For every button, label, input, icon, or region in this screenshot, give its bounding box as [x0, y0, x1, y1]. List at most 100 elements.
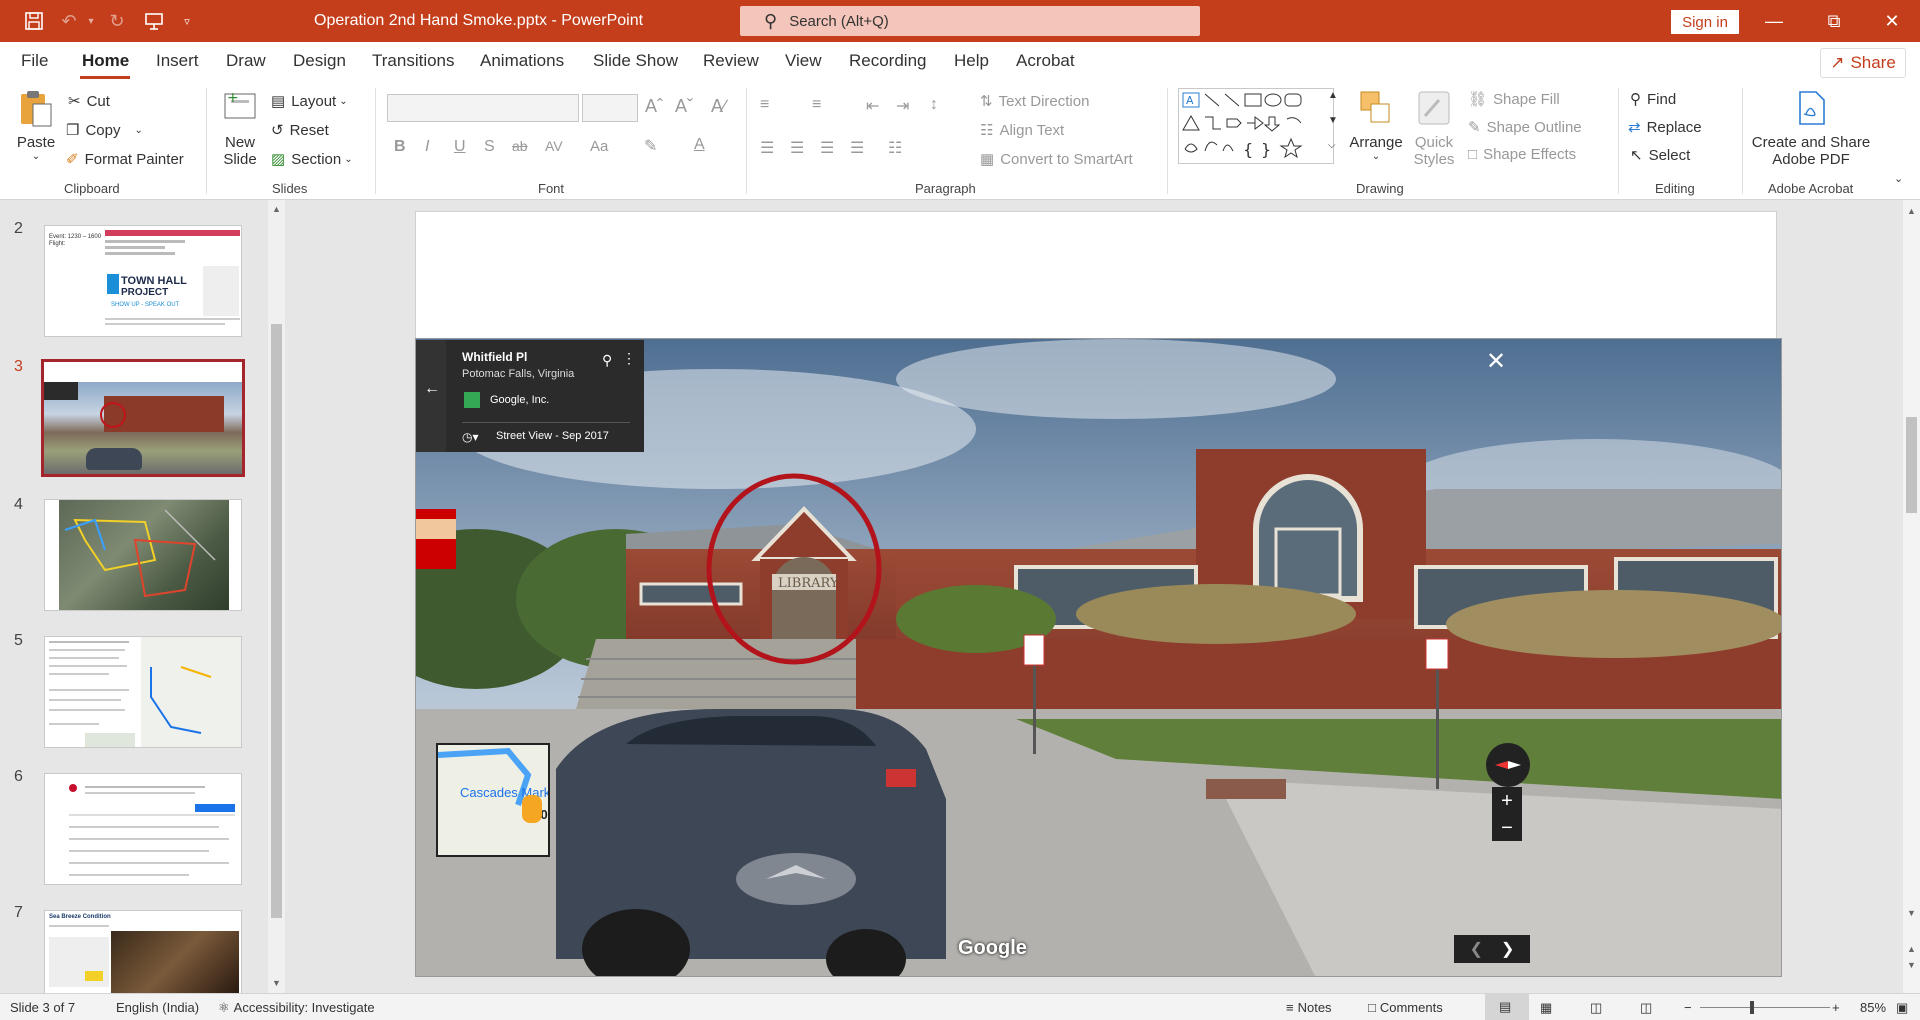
prev-arrow-icon[interactable]: ❮ — [1470, 939, 1483, 959]
align-left-icon[interactable]: ☰ — [760, 138, 774, 158]
canvas-scrollbar[interactable]: ▲ ▼ ▲ ▼ — [1903, 200, 1920, 993]
arrange-button[interactable]: Arrange ⌄ — [1347, 88, 1405, 162]
language-indicator[interactable]: English (India) — [116, 1000, 199, 1015]
find-button[interactable]: ⚲ Find — [1630, 90, 1676, 109]
numbering-icon[interactable]: ≡ — [812, 96, 821, 114]
zoom-out-icon[interactable]: − — [1492, 815, 1522, 841]
increase-indent-icon[interactable]: ⇥ — [896, 96, 909, 116]
scroll-up-icon[interactable]: ▲ — [1907, 206, 1916, 216]
collapse-ribbon-icon[interactable]: ⌄ — [1894, 172, 1903, 185]
layout-button[interactable]: ▤ Layout ⌄ — [271, 92, 348, 111]
save-icon[interactable] — [18, 0, 50, 42]
customize-toolbar-icon[interactable]: ▿ — [178, 0, 196, 42]
thumbnails-scroll-thumb[interactable] — [271, 324, 282, 918]
font-color-icon[interactable]: A — [694, 136, 705, 154]
thumbnails-scrollbar[interactable]: ▲ ▼ — [268, 200, 285, 993]
align-center-icon[interactable]: ☰ — [790, 138, 804, 158]
character-spacing-icon[interactable]: AV — [545, 138, 563, 154]
text-direction-button[interactable]: ⇅ Text Direction — [980, 92, 1089, 111]
zoom-in-button[interactable]: + — [1832, 1000, 1840, 1015]
zoom-slider-thumb[interactable] — [1750, 1001, 1754, 1014]
select-button[interactable]: ↖ Select — [1630, 146, 1690, 165]
shapes-more-icon[interactable]: ⌵ — [1328, 140, 1336, 151]
cut-button[interactable]: ✂ Cut — [68, 92, 110, 111]
tab-slide-show[interactable]: Slide Show — [593, 51, 678, 71]
tab-design[interactable]: Design — [293, 51, 346, 71]
slide-sorter-icon[interactable]: ▦ — [1540, 1000, 1552, 1016]
previous-slide-icon[interactable]: ▲ — [1907, 944, 1916, 954]
shadow-icon[interactable]: S — [484, 138, 495, 156]
bullets-icon[interactable]: ≡ — [760, 96, 769, 114]
tab-draw[interactable]: Draw — [226, 51, 266, 71]
scroll-down-icon[interactable]: ▼ — [272, 978, 281, 988]
search-input[interactable]: ⚲ Search (Alt+Q) — [740, 6, 1200, 36]
canvas-scroll-thumb[interactable] — [1906, 417, 1917, 513]
change-case-icon[interactable]: Aa — [590, 138, 608, 155]
clear-formatting-icon[interactable]: A∕ — [711, 96, 726, 117]
accessibility-status[interactable]: ⚛ Accessibility: Investigate — [218, 1000, 375, 1016]
align-text-button[interactable]: ☷ Align Text — [980, 121, 1064, 140]
slide-thumbnail-6[interactable] — [44, 773, 242, 885]
tab-acrobat[interactable]: Acrobat — [1016, 51, 1075, 71]
present-icon[interactable] — [140, 0, 168, 42]
slide-thumbnail-3[interactable] — [41, 359, 245, 477]
mini-map[interactable]: Cascades Marke 2103 — [436, 743, 550, 857]
paste-dropdown-icon[interactable]: ⌄ — [32, 151, 40, 162]
shapes-scroll-up-icon[interactable]: ▲ — [1328, 90, 1338, 101]
scroll-down-icon[interactable]: ▼ — [1907, 908, 1916, 918]
fit-to-window-icon[interactable]: ▣ — [1896, 1000, 1908, 1016]
italic-icon[interactable]: I — [425, 138, 429, 156]
tab-view[interactable]: View — [785, 51, 822, 71]
slide-thumbnail-5[interactable] — [44, 636, 242, 748]
notes-button[interactable]: ≡ Notes — [1286, 1000, 1332, 1015]
next-arrow-icon[interactable]: ❯ — [1501, 939, 1514, 959]
align-right-icon[interactable]: ☰ — [820, 138, 834, 158]
normal-view-button[interactable]: ▤ — [1485, 994, 1529, 1020]
shape-outline-button[interactable]: ✎ Shape Outline — [1468, 118, 1582, 137]
zoom-out-button[interactable]: − — [1684, 1000, 1692, 1015]
section-button[interactable]: ▨ Section ⌄ — [271, 150, 353, 169]
replace-button[interactable]: ⇄ Replace — [1628, 118, 1702, 137]
restore-icon[interactable]: ⧉ — [1804, 0, 1864, 42]
tab-file[interactable]: File — [21, 51, 48, 71]
line-spacing-icon[interactable]: ↕ — [930, 96, 938, 114]
zoom-in-icon[interactable]: + — [1492, 787, 1522, 815]
quick-styles-button[interactable]: Quick Styles — [1408, 88, 1460, 168]
new-slide-button[interactable]: + New Slide — [214, 88, 266, 168]
decrease-font-size-icon[interactable]: Aˇ — [675, 96, 693, 117]
font-size-combobox[interactable] — [582, 94, 638, 122]
increase-font-size-icon[interactable]: Aˆ — [645, 96, 663, 117]
location-pin-icon[interactable]: ⚲ — [602, 352, 612, 369]
shape-effects-button[interactable]: □ Shape Effects — [1468, 146, 1576, 163]
bold-icon[interactable]: B — [394, 138, 406, 156]
highlight-icon[interactable]: ✎ — [644, 136, 657, 156]
next-slide-icon[interactable]: ▼ — [1907, 960, 1916, 970]
slide-page[interactable] — [415, 211, 1777, 339]
create-share-pdf-button[interactable]: Create and Share Adobe PDF — [1748, 88, 1874, 168]
tab-help[interactable]: Help — [954, 51, 989, 71]
pegman-icon[interactable] — [522, 795, 542, 823]
copy-dropdown-icon[interactable]: ⌄ — [134, 125, 142, 136]
reset-button[interactable]: ↺ Reset — [271, 121, 329, 140]
decrease-indent-icon[interactable]: ⇤ — [866, 96, 879, 116]
tab-home[interactable]: Home — [82, 51, 129, 71]
convert-smartart-button[interactable]: ▦ Convert to SmartArt — [980, 150, 1133, 169]
justify-icon[interactable]: ☰ — [850, 138, 864, 158]
strikethrough-icon[interactable]: ab — [512, 138, 528, 154]
undo-icon[interactable]: ↶ — [56, 0, 82, 42]
undo-dropdown-icon[interactable]: ▾ — [84, 0, 98, 42]
close-window-icon[interactable]: ✕ — [1862, 0, 1920, 42]
columns-icon[interactable]: ☷ — [888, 138, 902, 158]
format-painter-button[interactable]: ✐ Format Painter — [66, 150, 184, 169]
shape-fill-button[interactable]: ⛓ Shape Fill — [1468, 90, 1560, 109]
tab-review[interactable]: Review — [703, 51, 759, 71]
slide-thumbnail-4[interactable] — [44, 499, 242, 611]
slide-thumbnail-2[interactable]: Event: 1230 – 1600 Flight: TOWN HALL PRO… — [44, 225, 242, 337]
paste-button[interactable]: Paste ⌄ — [14, 88, 58, 162]
share-button[interactable]: ↗ Share — [1820, 48, 1906, 78]
tab-transitions[interactable]: Transitions — [372, 51, 455, 71]
redo-icon[interactable]: ↻ — [104, 0, 130, 42]
close-street-view-icon[interactable]: ✕ — [1486, 347, 1506, 376]
slide-show-view-icon[interactable]: ◫ — [1640, 1000, 1652, 1016]
tab-animations[interactable]: Animations — [480, 51, 564, 71]
